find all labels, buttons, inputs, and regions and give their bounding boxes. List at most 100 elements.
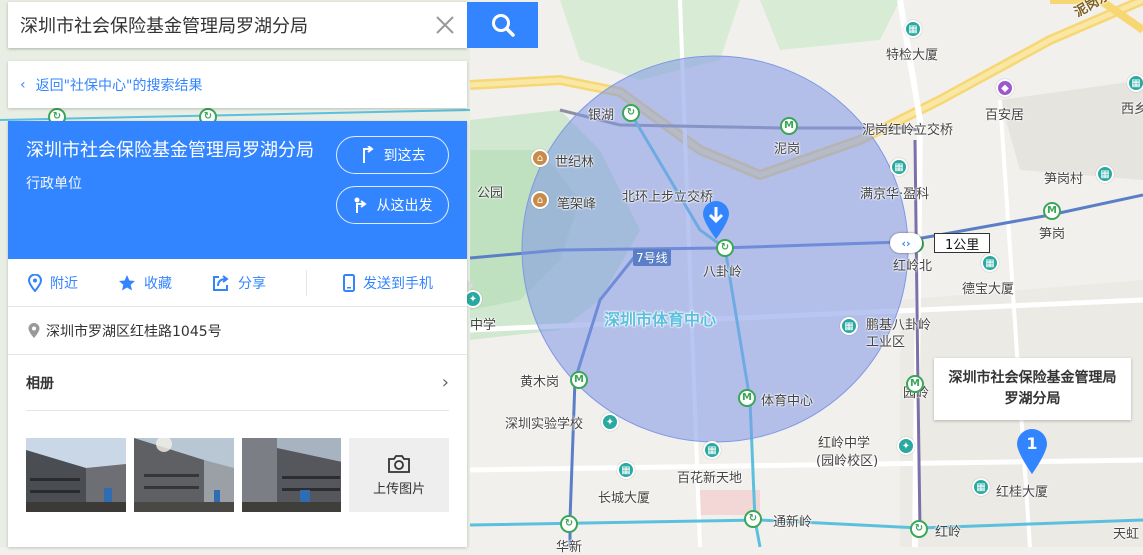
building-poi-icon[interactable]: ▦ [972,478,990,496]
search-input[interactable] [8,3,423,47]
favorite-button[interactable]: 收藏 [118,273,172,293]
go-here-label: 到这去 [383,148,426,164]
radius-scale-label: 1公里 [934,233,991,253]
map-label-hongling-middle: 红岭中学 [818,436,871,451]
building-poi-icon[interactable]: ▦ [840,317,858,335]
metro-station-icon[interactable]: ↻ [744,510,762,528]
album-header[interactable]: 相册 › [26,355,449,411]
building-poi-icon[interactable]: ▦ [617,461,635,479]
map-label-nigang: 泥岗 [774,142,801,157]
chevron-right-icon: › [441,372,449,393]
start-from-here-label: 从这出发 [376,198,433,214]
building-poi-icon[interactable]: ▦ [703,441,721,459]
poi-name: 深圳市社会保险基金管理局罗湖分局 [26,140,314,161]
metro-station-icon[interactable]: ↻ [910,520,928,538]
send-to-phone-label: 发送到手机 [363,275,433,292]
building-photo-thumbnail [241,438,342,512]
nearby-label: 附近 [50,275,78,292]
metro-station-icon[interactable]: M [906,375,924,393]
poi-address: 深圳市罗湖区红桂路1045号 [46,323,222,340]
poi-map-tooltip[interactable]: 深圳市社会保险基金管理局罗湖分局 [934,358,1131,420]
map-label-honglingbei: 红岭北 [893,259,933,274]
map-label-bijiafeng: 笔架峰 [557,197,597,212]
go-here-button[interactable]: 到这去 [336,136,449,174]
map-label-sports-center: 体育中心 [761,394,814,409]
nearby-button[interactable]: 附近 [28,273,78,293]
share-button[interactable]: 分享 [212,273,266,293]
building-poi-icon[interactable]: ▦ [904,20,922,38]
camera-icon [388,454,411,473]
album-photo[interactable] [26,438,126,512]
map-label-shiyan: 深圳实验学校 [505,417,584,432]
map-label-changcheng: 长城大厦 [598,491,651,506]
map-label-stadium: 深圳市体育中心 [604,310,717,329]
poi-address-row: 深圳市罗湖区红桂路1045号 [8,307,467,355]
map-label-huangmugang: 黄木岗 [520,375,560,390]
route-to-icon [362,146,374,163]
map-label-debao: 德宝大厦 [962,282,1015,297]
metro-station-icon[interactable]: M [738,389,756,407]
metro-station-icon[interactable]: ↻ [622,104,640,122]
search-box [8,2,467,48]
close-icon [436,16,454,34]
map-label-nigang-overpass: 泥岗红岭立交桥 [862,123,954,138]
school-poi-icon[interactable]: ✦ [897,437,915,455]
map-label-baihua: 百花新天地 [677,471,743,486]
scenic-poi-icon[interactable]: ⌂ [531,191,549,209]
map-label-hongling-middle2: (园岭校区) [816,454,879,469]
map-label-bitou: 笋岗村 [1044,172,1084,187]
album-photos: 上传图片 [8,411,467,512]
map-label-tejian: 特检大厦 [886,48,939,63]
building-poi-icon[interactable]: ▦ [1096,165,1114,183]
upload-photo-label: 上传图片 [373,481,426,497]
metro-station-icon[interactable]: ↻ [560,515,578,533]
album-photo[interactable] [133,438,234,512]
map-label-xixiang: 西乡 [1121,102,1143,117]
building-poi-icon[interactable]: ▦ [890,158,908,176]
map-label-middle-school: 中学 [470,318,497,333]
search-icon [491,14,515,37]
metro-station-icon[interactable]: M [570,371,588,389]
route-from-icon [354,197,367,213]
poi-marker-number: 1 [1026,434,1038,453]
map-label-honggui: 红桂大厦 [996,485,1049,500]
radius-drag-handle[interactable]: ‹› [890,233,922,253]
scenic-poi-icon[interactable]: ⌂ [531,149,549,167]
metro-station-icon[interactable]: ↻ [716,239,734,257]
poi-action-bar: 附近 收藏 分享 发送到手机 [8,259,467,307]
back-to-results-link[interactable]: ‹ 返回"社保中心"的搜索结果 [8,61,467,108]
school-poi-icon[interactable]: ✦ [601,413,619,431]
search-button[interactable] [467,2,538,48]
back-to-results-label: 返回"社保中心"的搜索结果 [35,77,203,94]
center-location-icon[interactable] [700,200,732,240]
upload-photo-button[interactable]: 上传图片 [349,438,449,512]
map-label-park: 公园 [477,186,504,201]
map-label-shijilin: 世纪林 [555,155,595,170]
building-poi-icon[interactable]: ▦ [981,254,999,272]
building-photo-thumbnail [133,438,234,512]
building-photo-thumbnail [26,438,126,512]
metro-station-icon[interactable]: M [1043,202,1061,220]
album-photo[interactable] [241,438,342,512]
poi-tooltip-text: 深圳市社会保险基金管理局罗湖分局 [948,370,1117,407]
building-poi-icon[interactable]: ▦ [1127,74,1143,92]
location-pin-icon [28,322,40,338]
shopping-poi-icon[interactable]: ◆ [996,79,1014,97]
poi-card-header: 深圳市社会保险基金管理局罗湖分局 行政单位 到这去 从这出发 [8,121,467,259]
metro-station-icon[interactable]: M [780,117,798,135]
chevron-left-icon: ‹ [20,76,26,93]
share-icon [213,274,229,291]
map-label-hongling: 红岭 [935,525,962,540]
send-to-phone-button[interactable]: 发送到手机 [306,269,433,296]
album-title: 相册 [26,375,54,392]
map-label-pengji2: 工业区 [866,335,906,350]
map-label-huaxin: 华新 [556,540,583,555]
map-label-sungang: 笋岗 [1039,227,1066,242]
star-icon [119,274,135,290]
start-from-here-button[interactable]: 从这出发 [336,186,449,224]
map-label-line7: 7号线 [633,249,671,266]
share-label: 分享 [238,275,266,292]
clear-search-button[interactable] [423,3,467,47]
map-label-manjinghua: 满京华·盈科 [860,187,930,202]
location-pin-icon [28,273,42,292]
